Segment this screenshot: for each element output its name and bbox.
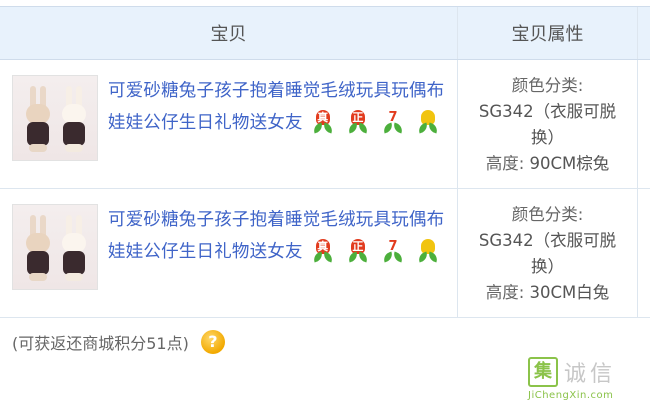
attr-height-line: 高度: 90CM棕兔 [486,151,610,177]
attr-color-value: SG342（衣服可脱换） [478,102,617,147]
badge-authentic-icon[interactable]: 真 [311,109,334,134]
header-attributes: 宝贝属性 [458,7,638,59]
attr-height-label: 高度: [485,283,525,302]
row-extra-cell [638,60,650,188]
attr-height-line: 高度: 30CM白兔 [486,280,610,306]
badge-7day-return-icon[interactable]: 7 [381,109,405,134]
item-attributes: 颜色分类: SG342（衣服可脱换） 高度: 90CM棕兔 [458,60,638,188]
attr-color-value: SG342（衣服可脱换） [478,231,617,276]
header-item: 宝贝 [0,7,458,59]
badge-genuine-icon[interactable]: 正 [346,109,369,134]
watermark-logo-icon: 集 [528,357,558,387]
watermark-text: 诚信 [564,362,617,387]
badge-7day-return-icon[interactable]: 7 [381,238,405,263]
attr-color-label: 颜色分类: [511,76,584,95]
product-thumbnail[interactable] [12,204,98,290]
item-cell: 可爱砂糖兔子孩子抱着睡觉毛绒玩具玩偶布娃娃公仔生日礼物送女友 真 正 7 [0,189,458,317]
badge-tulip-icon[interactable] [417,238,440,263]
attr-height-value: 30CM白兔 [529,283,610,302]
product-thumbnail[interactable] [12,75,98,161]
header-extra [638,7,650,59]
points-footer: (可获返还商城积分51点) ? [12,330,225,354]
item-title-block: 可爱砂糖兔子孩子抱着睡觉毛绒玩具玩偶布娃娃公仔生日礼物送女友 真 正 7 [108,75,453,188]
badge-tulip-icon[interactable] [417,109,440,134]
bunny-white-image [59,84,89,154]
table-row: 可爱砂糖兔子孩子抱着睡觉毛绒玩具玩偶布娃娃公仔生日礼物送女友 真 正 7 颜色分… [0,189,650,318]
item-cell: 可爱砂糖兔子孩子抱着睡觉毛绒玩具玩偶布娃娃公仔生日礼物送女友 真 正 7 [0,60,458,188]
bunny-white-image [59,213,89,283]
site-watermark: 集 诚信 JiChengXin.com [528,356,644,402]
order-items-table: 宝贝 宝贝属性 可爱砂糖兔子孩子抱着睡觉毛绒玩具玩偶布娃娃公仔生日礼物送女友 真… [0,6,650,318]
help-icon[interactable]: ? [200,330,225,354]
badge-genuine-icon[interactable]: 正 [346,238,369,263]
bunny-brown-image [23,213,53,283]
item-title-block: 可爱砂糖兔子孩子抱着睡觉毛绒玩具玩偶布娃娃公仔生日礼物送女友 真 正 7 [108,204,453,317]
table-row: 可爱砂糖兔子孩子抱着睡觉毛绒玩具玩偶布娃娃公仔生日礼物送女友 真 正 7 颜色分… [0,60,650,189]
badge-authentic-icon[interactable]: 真 [311,238,334,263]
table-header: 宝贝 宝贝属性 [0,7,650,60]
item-attributes: 颜色分类: SG342（衣服可脱换） 高度: 30CM白兔 [458,189,638,317]
points-text: (可获返还商城积分51点) [12,334,189,353]
bunny-brown-image [23,84,53,154]
row-extra-cell [638,189,650,317]
watermark-url: JiChengXin.com [528,390,614,401]
attr-height-label: 高度: [485,154,525,173]
attr-height-value: 90CM棕兔 [529,154,610,173]
attr-color-label: 颜色分类: [511,205,584,224]
